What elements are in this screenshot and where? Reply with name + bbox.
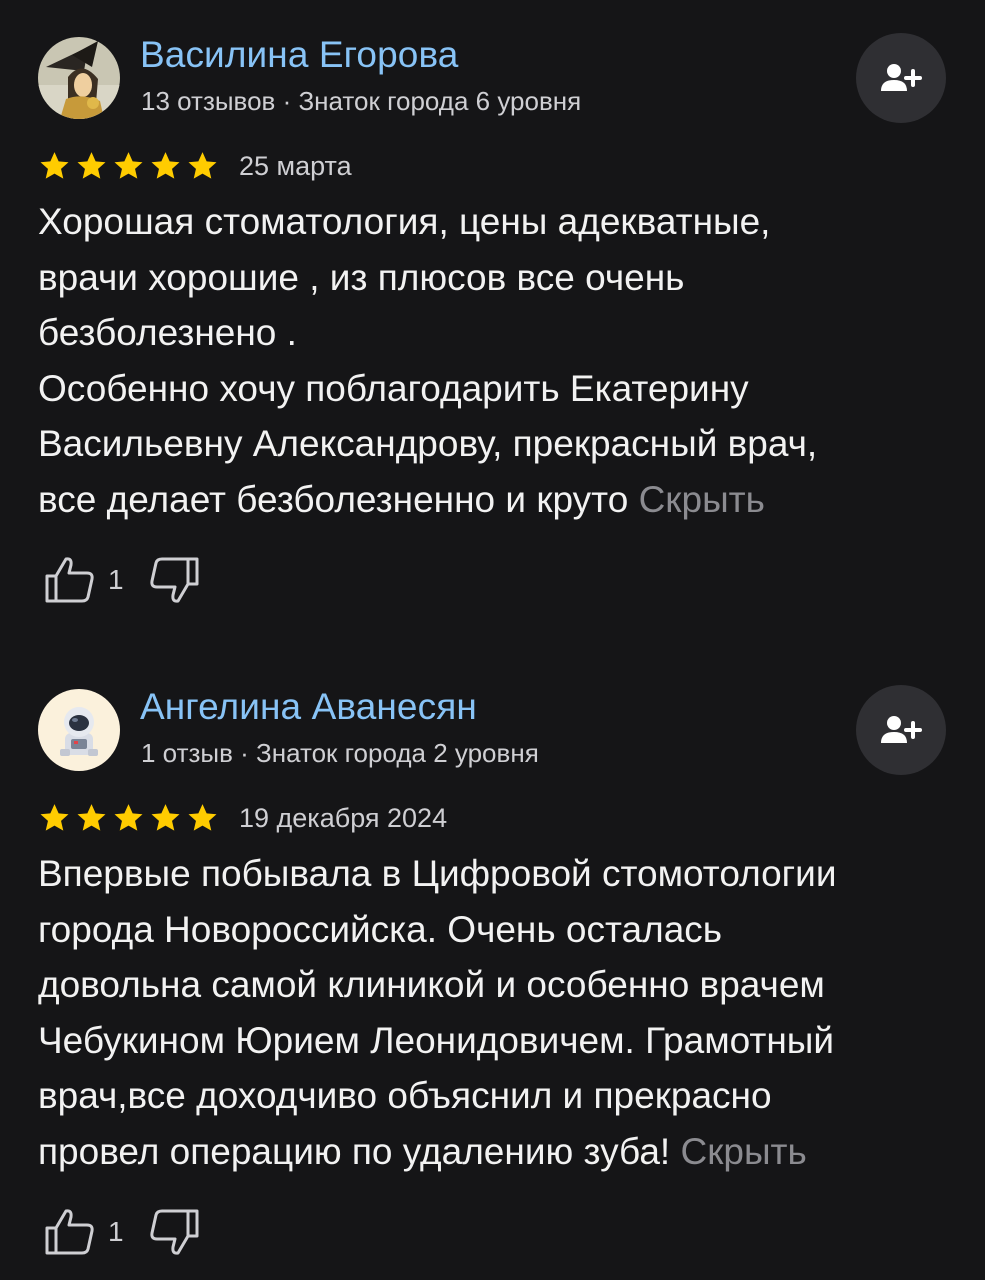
- author-avatar[interactable]: [38, 37, 120, 119]
- review-text-line: врачи хорошие , из плюсов все очень: [38, 256, 685, 298]
- star-icon: [77, 804, 106, 831]
- subscribe-button[interactable]: [856, 685, 946, 775]
- subscribe-button[interactable]: [856, 33, 946, 123]
- review-text-line: довольна самой клиникой и особенно враче…: [38, 964, 825, 1005]
- review-text-line: города Новороссийска. Очень осталась: [38, 908, 723, 950]
- author-meta: 1 отзыв · Знаток города 2 уровня: [141, 738, 539, 768]
- review-text-last-line: провел операцию по удалению зуба! Скрыть: [38, 1124, 958, 1180]
- star-icon: [114, 804, 143, 831]
- add-user-icon: [881, 64, 922, 91]
- rating-stars: [38, 150, 219, 182]
- review-text-line: врач,все доходчиво объяснил и прекрасно: [38, 1075, 772, 1116]
- rating-stars: [38, 802, 219, 834]
- review-text-line: Хорошая стоматология, цены адекватные,: [38, 201, 771, 242]
- like-button[interactable]: [42, 1206, 98, 1258]
- thumbs-up-icon: [45, 557, 94, 603]
- reactions: 1: [42, 1206, 202, 1258]
- star-icon: [188, 152, 217, 179]
- thumbs-down-icon: [149, 557, 199, 603]
- review-text-line: безболезнено .: [38, 312, 297, 353]
- review-text-line: провел операцию по удалению зуба!: [38, 1130, 671, 1172]
- review-text-line: Чебукином Юрием Леонидовичем. Грамотный: [38, 1019, 835, 1061]
- add-user-icon: [881, 716, 922, 743]
- like-count: 1: [108, 564, 124, 595]
- astronaut-avatar-icon: [38, 689, 120, 771]
- star-icon: [151, 804, 180, 831]
- star-icon: [114, 152, 143, 179]
- review-text-line: Васильевну Александрову, прекрасный врач…: [38, 423, 818, 464]
- star-icon: [77, 152, 106, 179]
- review-text: Впервые побывала в Цифровой стомотологии…: [38, 846, 958, 1179]
- reactions: 1: [42, 554, 202, 606]
- dislike-button[interactable]: [146, 1206, 202, 1258]
- review-text-last-line: все делает безболезненно и круто Скрыть: [38, 472, 958, 528]
- dislike-button[interactable]: [146, 554, 202, 606]
- thumbs-down-icon: [149, 1209, 199, 1255]
- author-name[interactable]: Ангелина Аванесян: [140, 686, 477, 728]
- like-button[interactable]: [42, 554, 98, 606]
- rating-row: 25 марта: [38, 148, 352, 184]
- review-text-line: все делает безболезненно и круто: [38, 478, 629, 520]
- hide-link[interactable]: Скрыть: [639, 479, 765, 520]
- woman-with-witch-hat-avatar-icon: [38, 37, 120, 119]
- star-icon: [40, 152, 69, 179]
- thumbs-up-icon: [45, 1209, 94, 1255]
- review-text-line: Особенно хочу поблагодарить Екатерину: [38, 367, 749, 409]
- author-name[interactable]: Василина Егорова: [140, 34, 459, 76]
- rating-row: 19 декабря 2024: [38, 800, 447, 836]
- star-icon: [188, 804, 217, 831]
- like-count: 1: [108, 1216, 124, 1247]
- star-icon: [40, 804, 69, 831]
- review-date: 19 декабря 2024: [239, 802, 448, 833]
- review-date: 25 марта: [239, 150, 352, 181]
- hide-link[interactable]: Скрыть: [680, 1131, 806, 1172]
- author-meta: 13 отзывов · Знаток города 6 уровня: [141, 86, 582, 116]
- star-icon: [151, 152, 180, 179]
- review-text: Хорошая стоматология, цены адекватные, в…: [38, 194, 958, 527]
- author-avatar[interactable]: [38, 689, 120, 771]
- review-text-line: Впервые побывала в Цифровой стомотологии: [38, 853, 837, 894]
